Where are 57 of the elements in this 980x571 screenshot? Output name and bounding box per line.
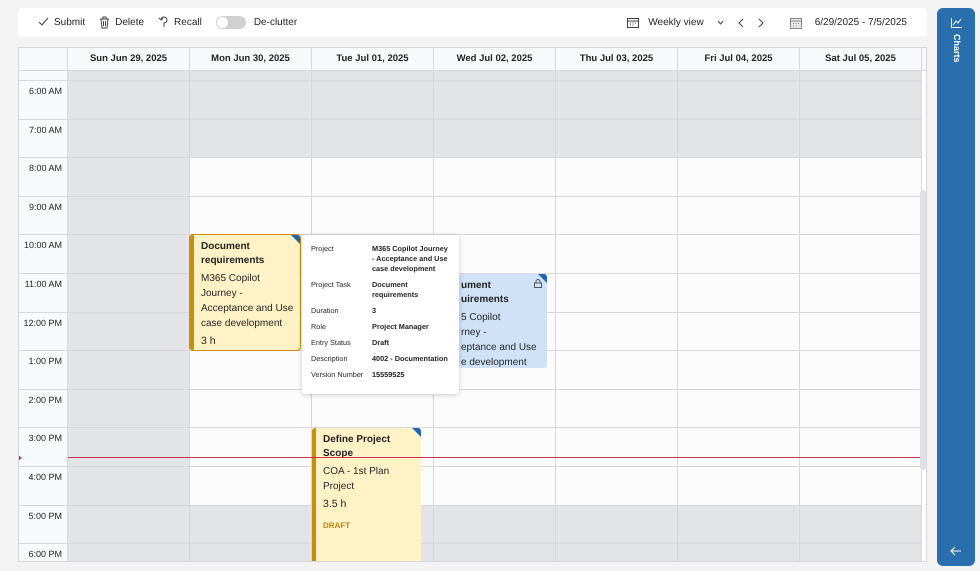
time-label: 6:00 AM <box>28 86 62 96</box>
lock-icon <box>534 279 542 288</box>
chevron-down-icon <box>716 20 724 25</box>
day-header: Tue Jul 01, 2025 <box>312 48 434 71</box>
event-title: ument uirements <box>461 279 510 307</box>
time-label: 11:00 AM <box>24 278 62 289</box>
arrow-left-icon <box>950 546 962 556</box>
delete-button[interactable]: Delete <box>99 15 144 30</box>
time-label: 2:00 PM <box>28 394 62 405</box>
view-dropdown[interactable]: Weekly view <box>627 15 724 30</box>
declutter-label: De-clutter <box>254 16 298 30</box>
time-label: 10:00 AM <box>24 240 62 250</box>
calendar-icon <box>790 16 802 28</box>
event-project: M365 Copilot Journey - Acceptance and Use case development <box>201 272 294 332</box>
event-duration: 3 h <box>201 334 217 350</box>
chevron-left-icon <box>738 18 744 28</box>
event-duration: 3.5 h <box>323 497 348 512</box>
recall-button[interactable]: Recall <box>158 15 202 30</box>
time-label: 12:00 PM <box>23 318 62 328</box>
time-label: 1:00 PM <box>28 356 62 366</box>
time-label: 4:00 PM <box>28 472 62 482</box>
undo-icon <box>158 16 170 29</box>
submit-button[interactable]: Submit <box>38 15 86 30</box>
event-project: COA - 1st Plan Project <box>323 465 390 494</box>
corner-flag-icon <box>291 235 300 244</box>
time-label: 7:00 AM <box>28 124 62 135</box>
corner-flag-icon <box>538 274 547 283</box>
event-status: DRAFT <box>323 520 352 532</box>
event-card[interactable]: Document requirements M365 Copilot Journey - Acceptance and Use case development 3 h <box>190 235 300 350</box>
day-header: Sat Jul 05, 2025 <box>800 48 922 71</box>
event-title: Document requirements <box>201 240 266 268</box>
trash-icon <box>99 16 110 29</box>
event-project: 5 Copilot rney - eptance and Use e development <box>461 311 538 368</box>
charts-tab[interactable]: Charts <box>949 34 963 63</box>
time-label: 3:00 PM <box>28 433 62 444</box>
event-card[interactable]: Define Project Scope COA - 1st Plan Project 3.5 h DRAFT <box>312 428 421 561</box>
day-header: Thu Jul 03, 2025 <box>556 48 678 71</box>
time-label: 9:00 AM <box>28 202 62 212</box>
day-header: Wed Jul 02, 2025 <box>434 48 556 71</box>
calendar-icon <box>627 17 640 28</box>
day-header: Mon Jun 30, 2025 <box>190 48 312 71</box>
chevron-right-icon <box>758 18 764 28</box>
current-time-marker <box>19 454 22 461</box>
event-title: Define Project Scope <box>323 433 392 462</box>
day-header: Sun Jun 29, 2025 <box>68 48 190 71</box>
time-label: 8:00 AM <box>28 163 62 174</box>
event-card[interactable]: ument uirements 5 Copilot rney - eptance and Use e development <box>459 274 547 368</box>
scrollbar[interactable] <box>920 190 926 470</box>
declutter-toggle[interactable] <box>216 16 246 29</box>
chart-icon <box>950 18 962 28</box>
time-label: 6:00 PM <box>28 549 62 560</box>
day-header: Fri Jul 04, 2025 <box>678 48 800 71</box>
date-range-picker[interactable]: 6/29/2025 - 7/5/2025 <box>790 15 907 30</box>
corner-flag-icon <box>412 428 421 438</box>
time-label: 5:00 PM <box>28 510 62 521</box>
previous-button[interactable] <box>738 18 744 28</box>
next-button[interactable] <box>758 18 764 28</box>
